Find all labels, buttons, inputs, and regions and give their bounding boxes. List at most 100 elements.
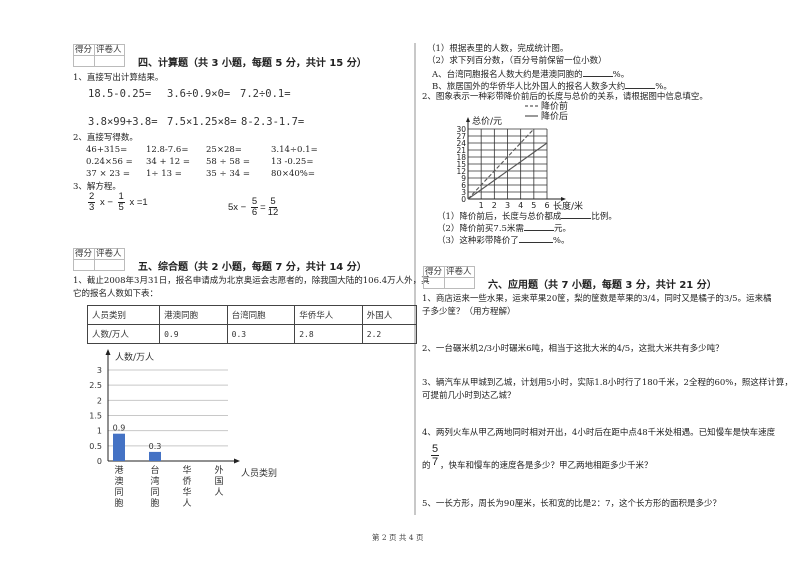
y-tick-label: 2.5 xyxy=(89,381,102,390)
x-category-label-char: 同 xyxy=(114,487,123,498)
score-cell[interactable] xyxy=(72,55,96,67)
x-axis-arrow-icon xyxy=(234,458,240,464)
x-tick-label: 3 xyxy=(505,201,510,210)
s6-q5: 5、一长方形，周长为90厘米，长和宽的比是2：7，这个长方形的面积是多少？ xyxy=(422,499,722,509)
series-line-before xyxy=(467,128,535,200)
mental-item: 0.24×56 = xyxy=(86,157,133,167)
mental-item: 46+315= xyxy=(86,145,128,155)
s6-q1-line2: 子多少筐？（用方程解） xyxy=(422,307,516,317)
table-cell: 2.2 xyxy=(361,324,418,344)
section6-title: 六、应用题（共 7 小题，每题 3 分，共计 21 分） xyxy=(488,280,717,291)
answer-blank[interactable] xyxy=(561,210,592,219)
table-cell: 台湾同胞 xyxy=(226,305,296,325)
x-tick-label: 5 xyxy=(531,201,536,210)
calc-item: 7.5×1.25×8= xyxy=(167,116,237,128)
y-tick-label: 3 xyxy=(97,366,102,375)
calc-item: 8-2.3-1.7= xyxy=(241,116,305,128)
table-cell: 0.3 xyxy=(226,324,296,344)
x-category-label-char: 胞 xyxy=(114,497,123,509)
score-box-section5: 得分 评卷人 xyxy=(72,248,125,271)
table-cell: 2.8 xyxy=(294,324,363,344)
y-tick-label: 9 xyxy=(461,174,466,183)
y-tick-label: 12 xyxy=(456,167,466,176)
x-tick-label: 2 xyxy=(492,201,497,210)
y-axis-arrow-icon xyxy=(466,117,470,122)
r-sub2: （2）求下列百分数，（百分号前保留一位小数） xyxy=(427,56,607,66)
bar-data-label: 0.3 xyxy=(149,442,162,451)
y-tick-label: 6 xyxy=(461,181,466,190)
x-axis-label: 人员类别 xyxy=(241,467,277,479)
fraction: 15 xyxy=(117,191,125,213)
table-row: 人数/万人 0.9 0.3 2.8 2.2 xyxy=(86,324,418,344)
score-cell[interactable] xyxy=(422,277,446,289)
mental-item: 12.8-7.6= xyxy=(146,145,189,155)
answer-blank[interactable] xyxy=(523,222,554,231)
s6-q1-line1: 1、商店运来一些水果，运来苹果20筐，梨的筐数是苹果的3/4，同时又是橘子的3/… xyxy=(422,294,772,304)
r-q2: 2、图象表示一种彩带降价前后的长度与总价的关系，请根据图中信息填空。 xyxy=(422,92,708,102)
grader-cell[interactable] xyxy=(94,55,125,67)
s6-q3-line2: 可提前几小时到达乙城？ xyxy=(422,391,516,401)
s6-q4-line1: 4、两列火车从甲乙两地同时相对开出，4小时后在距中点48千米处相遇。已知慢车是快… xyxy=(422,428,776,438)
volunteer-table: 人员类别 港澳同胞 台湾同胞 华侨华人 外国人 人数/万人 0.9 0.3 2.… xyxy=(86,305,418,344)
legend-label: 降价后 xyxy=(541,110,568,122)
y-tick-label: 27 xyxy=(456,132,466,141)
s5-q1-line1: 1、截止2008年3月31日，报名申请成为北京奥运会志愿者的，除我国大陆的106… xyxy=(73,276,430,286)
calc-item: 18.5-0.25= xyxy=(88,88,152,100)
fraction: 56 xyxy=(250,196,259,218)
score-label: 得分 xyxy=(72,44,96,56)
answer-blank[interactable] xyxy=(582,68,613,77)
x-category-label-char: 胞 xyxy=(150,497,159,509)
x-axis-arrow-icon xyxy=(561,197,566,201)
table-header-row: 人员类别 港澳同胞 台湾同胞 华侨华人 外国人 xyxy=(86,305,418,325)
grader-label: 评卷人 xyxy=(444,266,475,278)
x-tick-label: 1 xyxy=(479,201,484,210)
x-category-label-char: 澳 xyxy=(114,475,123,487)
x-category-label-char: 国 xyxy=(214,476,223,487)
answer-blank[interactable] xyxy=(625,80,656,89)
answer-blank[interactable] xyxy=(518,234,553,243)
mental-item: 35 ÷ 34 = xyxy=(206,169,250,179)
y-tick-label: 18 xyxy=(456,153,466,162)
y-tick-label: 0 xyxy=(461,195,466,204)
x-tick-label: 4 xyxy=(518,201,523,210)
r-fill3: （3）这种彩带降价了%。 xyxy=(437,234,570,246)
table-cell: 人数/万人 xyxy=(86,324,161,344)
calc-item: 3.8×99+3.8= xyxy=(88,116,158,128)
grader-cell[interactable] xyxy=(444,277,475,289)
mental-item: 37 × 23 = xyxy=(86,169,130,179)
y-tick-label: 21 xyxy=(456,146,466,155)
page-footer: 第 2 页 共 4 页 xyxy=(372,533,424,542)
table-cell: 外国人 xyxy=(361,305,418,325)
table-cell: 0.9 xyxy=(159,324,228,344)
bar xyxy=(113,433,125,461)
series-line-after xyxy=(467,142,548,200)
mental-item: 80×40%= xyxy=(271,169,315,179)
grader-cell[interactable] xyxy=(94,259,125,271)
fraction: 23 xyxy=(88,191,96,213)
y-tick-label: 30 xyxy=(456,125,466,134)
equation-1: 23 x − 15 x =1 xyxy=(88,191,148,213)
grader-label: 评卷人 xyxy=(94,248,125,260)
s4-q1-label: 1、直接写出计算结果。 xyxy=(73,73,164,83)
score-cell[interactable] xyxy=(72,259,96,271)
s6-q2: 2、一台碾米机2/3小时碾米6吨，相当于这批大米的4/5，这批大米共有多少吨？ xyxy=(422,344,724,354)
y-tick-label: 0.5 xyxy=(89,442,102,451)
s6-q4-fraction: 5 7 xyxy=(431,443,440,468)
x-category-label-char: 华 xyxy=(182,486,191,498)
equation-2: 5x − 5 6 = 5 12 xyxy=(228,196,279,218)
y-tick-label: 15 xyxy=(456,160,466,169)
bar xyxy=(149,451,161,461)
mental-item: 13 -0.25= xyxy=(271,157,314,167)
score-box-section4: 得分 评卷人 xyxy=(72,44,125,67)
x-category-label-char: 湾 xyxy=(150,475,159,487)
x-tick-label: 6 xyxy=(544,201,549,210)
x-category-label-char: 台 xyxy=(150,464,159,476)
grader-label: 评卷人 xyxy=(94,44,125,56)
y-axis-label: 总价/元 xyxy=(472,115,502,127)
bar-data-label: 0.9 xyxy=(113,424,126,433)
x-category-label-char: 人 xyxy=(182,498,191,509)
x-category-label-char: 外 xyxy=(214,464,223,476)
mental-item: 58 ÷ 58 = xyxy=(206,157,250,167)
r-sub1: （1）根据表里的人数，完成统计图。 xyxy=(427,44,569,54)
mental-item: 1÷ 13 = xyxy=(146,169,182,179)
